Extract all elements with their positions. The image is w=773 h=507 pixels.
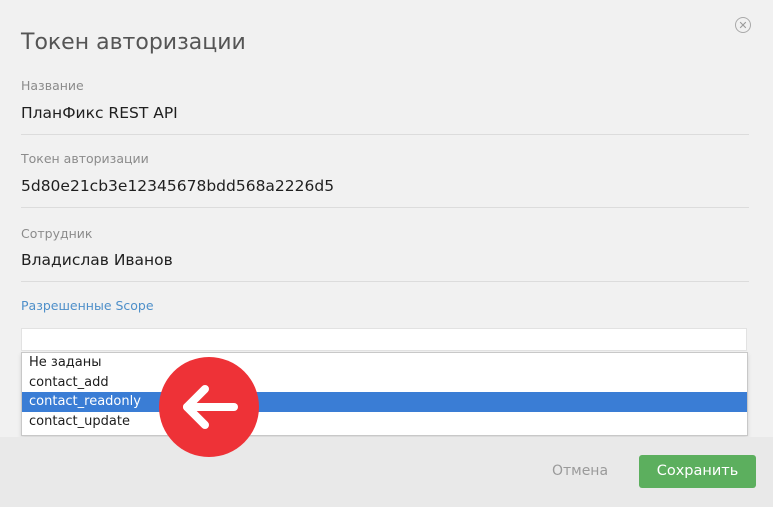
scope-option-contact-add[interactable]: contact_add (22, 373, 747, 393)
employee-label: Сотрудник (21, 226, 93, 241)
divider (21, 134, 749, 135)
scope-label[interactable]: Разрешенные Scope (21, 298, 154, 313)
scope-option-none[interactable]: Не заданы (22, 353, 747, 373)
dialog-title: Токен авторизации (21, 30, 246, 55)
employee-value: Владислав Иванов (21, 251, 173, 269)
scope-select[interactable] (21, 328, 747, 351)
save-button[interactable]: Сохранить (639, 455, 756, 488)
auth-token-dialog: ✕ Токен авторизации Название ПланФикс RE… (0, 0, 773, 507)
token-value: 5d80e21cb3e12345678bdd568a2226d5 (21, 177, 335, 195)
arrow-left-icon (159, 357, 259, 457)
name-label: Название (21, 78, 84, 93)
scope-dropdown-list: Не заданы contact_add contact_readonly c… (21, 352, 748, 436)
divider (21, 281, 749, 282)
cancel-button[interactable]: Отмена (540, 460, 620, 482)
name-value: ПланФикс REST API (21, 104, 178, 122)
token-label: Токен авторизации (21, 151, 149, 166)
scope-option-contact-readonly[interactable]: contact_readonly (22, 392, 747, 412)
divider (21, 207, 749, 208)
scope-option-contact-update[interactable]: contact_update (22, 412, 747, 432)
close-icon[interactable]: ✕ (735, 17, 751, 33)
